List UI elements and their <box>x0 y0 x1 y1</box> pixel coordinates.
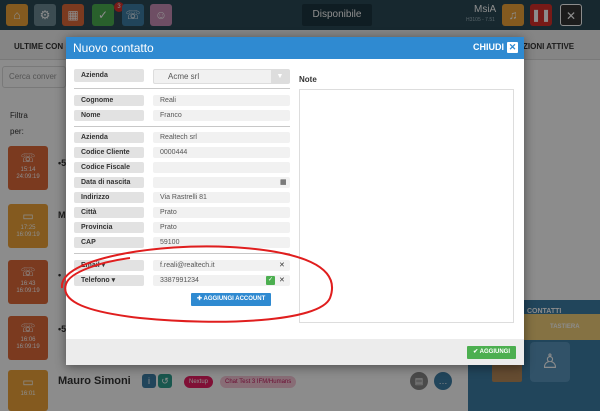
app-frame: ⌂ ⚙ ▦ ✓ 3 ☏ ☺ Disponibile MsiA H3105 - 7… <box>0 0 600 411</box>
annotation-ellipse <box>60 245 333 323</box>
